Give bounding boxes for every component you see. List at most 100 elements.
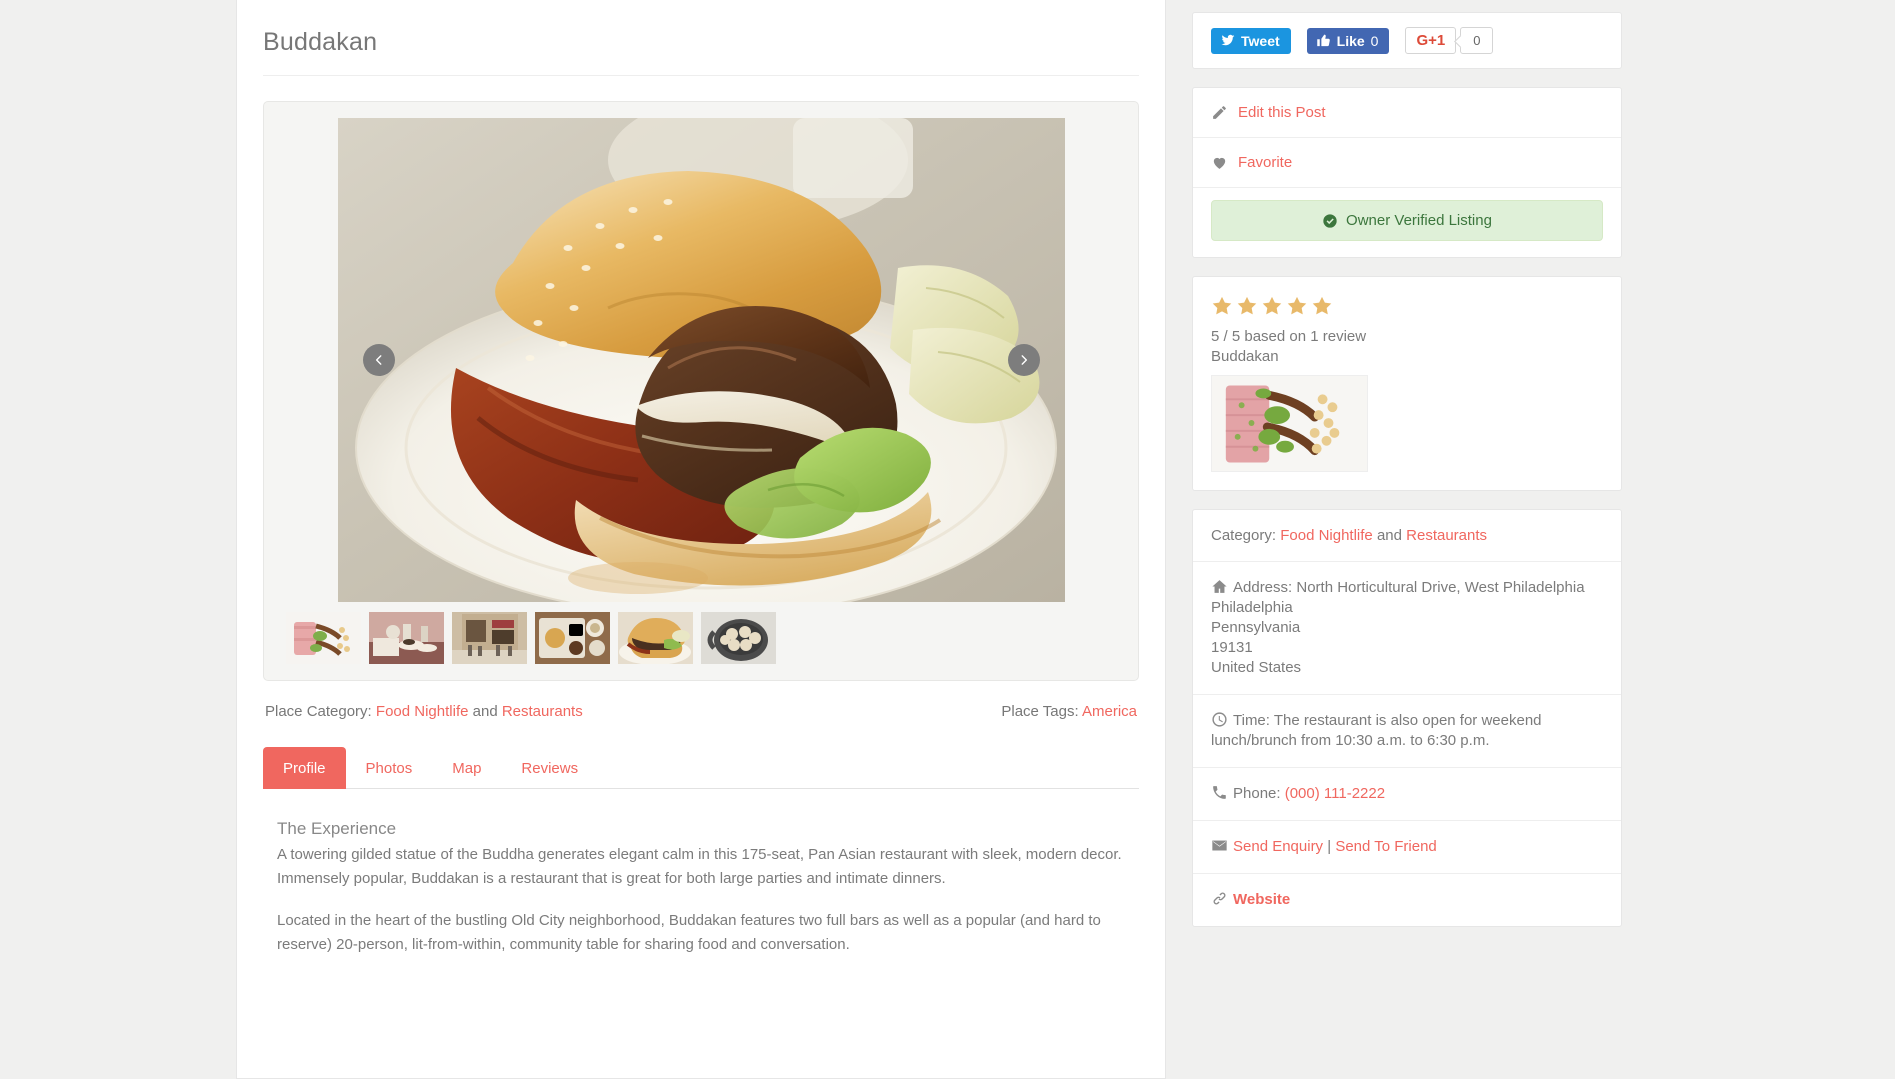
contact-separator: |: [1327, 837, 1332, 855]
review-dish-photo: [1212, 375, 1367, 471]
facebook-like-button[interactable]: Like 0: [1306, 27, 1390, 54]
check-circle-icon: [1323, 213, 1337, 228]
burger-photo: [337, 118, 1065, 602]
chevron-left-icon: [375, 355, 381, 365]
category-label: Category:: [1211, 526, 1277, 544]
carousel-thumbnails: [280, 612, 1122, 664]
category-link-1[interactable]: Food Nightlife: [1280, 527, 1373, 544]
sidebar: Tweet Like 0 G+1 0 Edit this Post Favori…: [1192, 0, 1622, 1079]
time-row: Time: The restaurant is also open for we…: [1193, 695, 1621, 768]
like-count: 0: [1370, 32, 1379, 49]
review-title: Buddakan: [1211, 348, 1279, 366]
dumplings-icon: [701, 612, 776, 664]
profile-tabs: Profile Photos Map Reviews: [263, 746, 1139, 789]
heart-icon: [1213, 157, 1226, 169]
storefront-icon: [452, 612, 527, 664]
tweet-button[interactable]: Tweet: [1211, 27, 1291, 54]
star-icon: [1287, 296, 1307, 315]
favorite-label: Favorite: [1238, 154, 1293, 171]
tab-photos[interactable]: Photos: [346, 747, 433, 789]
address-row: Address: North Horticultural Drive, West…: [1193, 562, 1621, 696]
phone-icon: [1213, 786, 1226, 799]
tab-profile[interactable]: Profile: [263, 747, 346, 789]
tab-reviews[interactable]: Reviews: [501, 747, 598, 789]
pencil-icon: [1213, 106, 1226, 119]
star-icon: [1212, 296, 1232, 315]
carousel-thumb-6[interactable]: [701, 612, 776, 664]
like-label: Like: [1336, 32, 1365, 49]
owner-verified-label: Owner Verified Listing: [1346, 212, 1492, 229]
listing-page: Buddakan Place Category: Food Nightlife …: [0, 0, 1895, 1079]
star-icon: [1262, 296, 1282, 315]
home-icon: [1212, 580, 1227, 594]
thumbs-up-icon: [1316, 34, 1330, 47]
time-label: Time:: [1233, 712, 1270, 730]
star-icon: [1312, 296, 1332, 315]
phone-row: Phone: (000) 111-2222: [1193, 768, 1621, 821]
phone-link[interactable]: (000) 111-2222: [1285, 785, 1385, 802]
place-category: Place Category: Food Nightlife and Resta…: [265, 703, 583, 720]
verified-wrap: Owner Verified Listing: [1193, 188, 1621, 257]
carousel-prev-button[interactable]: [362, 344, 395, 376]
carousel-thumb-1[interactable]: [286, 612, 361, 664]
edit-post-link[interactable]: Edit this Post: [1193, 88, 1621, 138]
link-icon: [1213, 892, 1226, 905]
carousel-thumb-5[interactable]: [618, 612, 693, 664]
main-column: Buddakan Place Category: Food Nightlife …: [236, 0, 1166, 1079]
table-setting-icon: [369, 612, 444, 664]
edit-post-label: Edit this Post: [1238, 104, 1326, 121]
experience-heading: The Experience: [277, 819, 397, 838]
phone-label: Phone:: [1233, 785, 1281, 802]
address-line-5: United States: [1211, 659, 1302, 677]
experience-paragraph-1: A towering gilded statue of the Buddha g…: [277, 846, 1122, 888]
brunch-spread-icon: [535, 612, 610, 664]
twitter-icon: [1221, 34, 1235, 46]
burger-thumb-icon: [618, 612, 693, 664]
place-category-joiner: and: [472, 703, 498, 720]
carousel-thumb-4[interactable]: [535, 612, 610, 664]
google-plus-share: G+1 0: [1405, 27, 1494, 54]
favorite-link[interactable]: Favorite: [1193, 138, 1621, 188]
rating-panel: 5 / 5 based on 1 review Buddakan: [1192, 276, 1622, 491]
rating-box: 5 / 5 based on 1 review Buddakan: [1193, 277, 1621, 490]
listing-details-panel: Category: Food Nightlife and Restaurants…: [1192, 508, 1622, 927]
carousel-next-button[interactable]: [1007, 344, 1040, 376]
plated-fish-icon: [286, 612, 361, 664]
send-enquiry-link[interactable]: Send Enquiry: [1233, 838, 1323, 855]
address-label: Address:: [1233, 579, 1293, 597]
hero-image: [337, 118, 1065, 602]
photo-carousel: [263, 101, 1139, 681]
category-joiner: and: [1376, 526, 1402, 544]
gplus-button[interactable]: G+1: [1405, 27, 1457, 54]
tweet-label: Tweet: [1241, 32, 1280, 49]
page-title: Buddakan: [263, 0, 1139, 76]
carousel-thumb-3[interactable]: [452, 612, 527, 664]
place-tag-link-1[interactable]: America: [1082, 703, 1137, 720]
star-icon: [1237, 296, 1257, 315]
listing-card: Buddakan Place Category: Food Nightlife …: [236, 0, 1166, 1079]
place-tags: Place Tags: America: [1001, 703, 1137, 720]
clock-icon: [1212, 712, 1227, 727]
send-to-friend-link[interactable]: Send To Friend: [1335, 838, 1436, 855]
profile-panel: The Experience A towering gilded statue …: [263, 789, 1139, 957]
rating-summary: 5 / 5 based on 1 review: [1211, 328, 1367, 345]
place-category-link-2[interactable]: Restaurants: [502, 703, 583, 720]
review-thumbnail[interactable]: [1211, 374, 1368, 472]
address-line-1: North Horticultural Drive, West Philadel…: [1296, 579, 1585, 597]
address-line-2: Philadelphia: [1211, 599, 1293, 617]
place-category-label: Place Category:: [265, 703, 372, 720]
tab-map[interactable]: Map: [432, 747, 501, 789]
place-category-link-1[interactable]: Food Nightlife: [376, 703, 469, 720]
star-rating: [1211, 295, 1603, 317]
gplus-count[interactable]: 0: [1460, 27, 1494, 54]
website-row: Website: [1193, 874, 1621, 926]
category-link-2[interactable]: Restaurants: [1406, 527, 1487, 544]
place-tags-label: Place Tags:: [1001, 703, 1079, 720]
contact-row: Send Enquiry | Send To Friend: [1193, 821, 1621, 874]
social-buttons: Tweet Like 0 G+1 0: [1193, 13, 1621, 68]
envelope-icon: [1212, 840, 1227, 851]
owner-verified-badge: Owner Verified Listing: [1211, 200, 1603, 241]
carousel-thumb-2[interactable]: [369, 612, 444, 664]
website-link[interactable]: Website: [1233, 891, 1290, 908]
place-meta-row: Place Category: Food Nightlife and Resta…: [263, 681, 1139, 720]
